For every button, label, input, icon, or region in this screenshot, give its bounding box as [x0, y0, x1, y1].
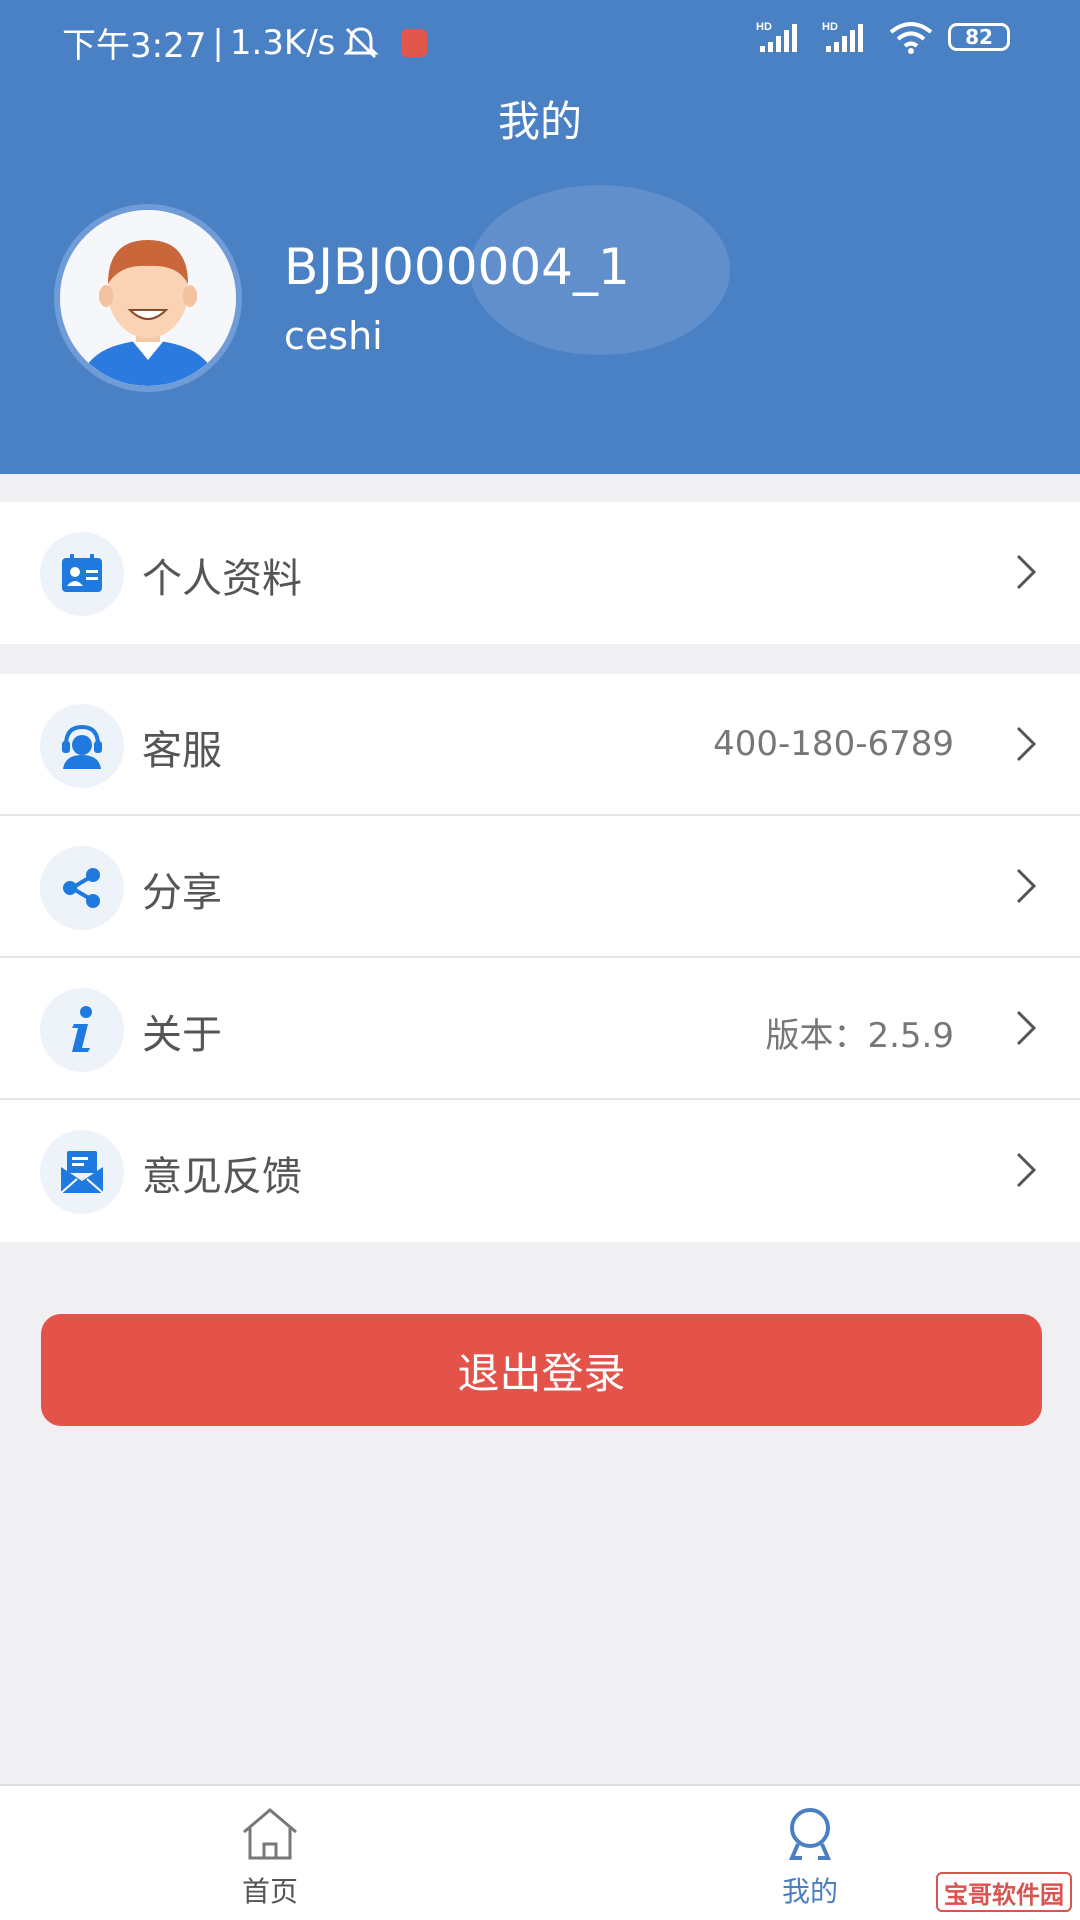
chevron-right-icon	[1016, 1152, 1037, 1188]
share-icon	[63, 868, 100, 908]
menu-item-about[interactable]: 关于 版本：2.5.9	[0, 958, 1080, 1100]
tab-home[interactable]: 首页	[170, 1804, 370, 1910]
menu-label: 分享	[142, 870, 222, 916]
tab-mine-label: 我的	[781, 1875, 838, 1908]
menu-label: 关于	[142, 1012, 222, 1058]
menu-item-personal-info[interactable]: 个人资料	[0, 502, 1080, 644]
signal-2-icon: HD	[822, 21, 863, 52]
chevron-right-icon	[1016, 726, 1037, 762]
info-icon	[72, 1006, 92, 1052]
watermark-logo: 宝哥软件园	[936, 1872, 1072, 1912]
wifi-icon	[889, 22, 933, 54]
menu-item-share[interactable]: 分享	[0, 816, 1080, 958]
avatar-illustration	[60, 210, 236, 386]
menu-group-profile: 个人资料	[0, 502, 1080, 644]
menu-label: 客服	[142, 728, 222, 774]
chevron-right-icon	[1016, 554, 1037, 590]
status-net-speed: 1.3K/s	[229, 22, 336, 63]
status-left: 下午3:27 | 1.3K/s	[62, 18, 428, 67]
user-icon	[788, 1808, 832, 1860]
avatar[interactable]	[54, 204, 242, 392]
svg-text:HD: HD	[756, 21, 772, 33]
customer-service-icon	[62, 724, 102, 769]
tab-mine[interactable]: 我的	[710, 1804, 910, 1910]
envelope-icon	[60, 1151, 104, 1194]
menu-item-customer-service[interactable]: 客服 400-180-6789	[0, 674, 1080, 816]
status-bar: 下午3:27 | 1.3K/s HD HD 82	[0, 0, 1080, 80]
logout-button[interactable]: 退出登录	[41, 1314, 1042, 1426]
tab-home-label: 首页	[241, 1875, 298, 1908]
share-icon-wrap	[40, 846, 124, 930]
home-icon	[243, 1808, 297, 1860]
envelope-icon-wrap	[40, 1130, 124, 1214]
bottom-tab-bar: 首页 我的	[0, 1784, 1080, 1920]
signal-1-icon: HD	[756, 21, 797, 52]
mute-bell-icon	[343, 26, 379, 58]
username: ceshi	[284, 314, 383, 358]
menu-label: 个人资料	[142, 556, 302, 602]
status-right: HD HD 82	[756, 20, 1010, 54]
customer-service-icon-wrap	[40, 704, 124, 788]
app-notification-icon	[401, 28, 428, 57]
battery-indicator: 82	[948, 23, 1010, 51]
chevron-right-icon	[1016, 1010, 1037, 1046]
info-icon-wrap	[40, 988, 124, 1072]
chevron-right-icon	[1016, 868, 1037, 904]
svg-text:HD: HD	[822, 21, 838, 33]
menu-group-main: 客服 400-180-6789 分享 关于 版本：2.5.9 意见反馈	[0, 674, 1080, 1242]
account-id: BJBJ000004_1	[284, 238, 630, 296]
profile-header: 下午3:27 | 1.3K/s HD HD 82 我的 BJBJ000004_1…	[0, 0, 1080, 474]
app-version: 版本：2.5.9	[765, 1016, 954, 1056]
service-phone: 400-180-6789	[713, 724, 954, 764]
page-title: 我的	[497, 97, 582, 146]
status-time: 下午3:27	[62, 26, 207, 66]
id-card-icon-wrap	[40, 532, 124, 616]
menu-item-feedback[interactable]: 意见反馈	[0, 1100, 1080, 1242]
status-separator: |	[212, 22, 224, 63]
id-card-icon	[62, 554, 102, 592]
menu-label: 意见反馈	[142, 1154, 302, 1200]
